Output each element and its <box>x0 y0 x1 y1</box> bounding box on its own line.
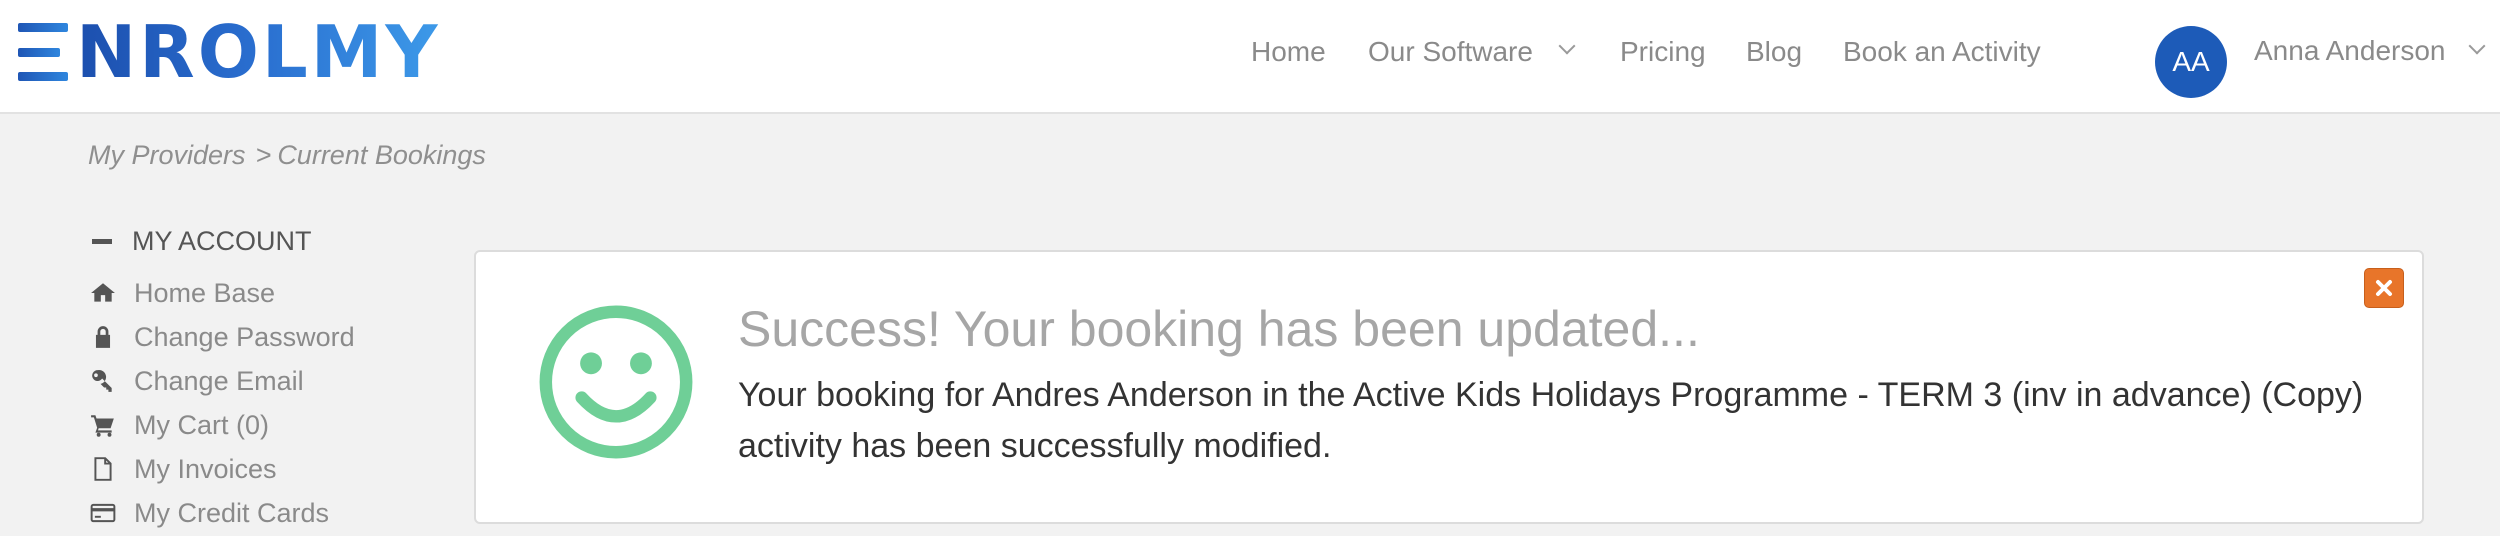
nav-blog[interactable]: Blog <box>1746 30 1802 74</box>
credit-card-icon <box>90 500 116 526</box>
sidebar-item-change-email[interactable]: Change Email <box>90 363 304 399</box>
nav-pricing[interactable]: Pricing <box>1620 30 1706 74</box>
breadcrumb: My Providers > Current Bookings <box>88 140 486 171</box>
alert-message: Your booking for Andres Anderson in the … <box>738 376 2364 465</box>
cart-icon <box>90 412 116 438</box>
sidebar-item-label: My Credit Cards <box>134 497 330 528</box>
sidebar-item-label: My Invoices <box>134 453 277 484</box>
sidebar-item-label: My Cart (0) <box>134 409 269 440</box>
close-button[interactable] <box>2364 268 2404 308</box>
breadcrumb-my-providers[interactable]: My Providers <box>88 140 246 170</box>
alert-title: Success! Your booking has been updated..… <box>738 301 1700 357</box>
enrolmy-logo[interactable]: NROLMY <box>18 10 441 94</box>
site-header: NROLMY Home Our Software Pricing Blog Bo… <box>0 0 2500 114</box>
sidebar-item-home-base[interactable]: Home Base <box>90 275 275 311</box>
sidebar-item-my-cart[interactable]: My Cart (0) <box>90 407 269 443</box>
sidebar-item-label: Change Password <box>134 321 355 352</box>
breadcrumb-separator: > <box>255 140 272 170</box>
breadcrumb-current-bookings[interactable]: Current Bookings <box>277 140 486 170</box>
user-name[interactable]: Anna Anderson <box>2254 30 2446 72</box>
sidebar-item-change-password[interactable]: Change Password <box>90 319 355 355</box>
nav-book-an-activity[interactable]: Book an Activity <box>1843 30 2041 74</box>
logo-text: NROLMY <box>76 10 441 94</box>
logo-mark-icon <box>18 23 68 81</box>
our-software-chevron-down-icon[interactable] <box>1558 37 1576 55</box>
avatar[interactable]: AA <box>2155 26 2227 98</box>
nav-our-software[interactable]: Our Software <box>1368 30 1533 74</box>
document-icon <box>90 456 116 482</box>
nav-home[interactable]: Home <box>1251 30 1326 74</box>
lock-icon <box>90 324 116 350</box>
success-alert-panel: Success! Your booking has been updated..… <box>474 250 2424 524</box>
smiley-icon <box>539 305 693 459</box>
close-icon <box>2376 280 2392 296</box>
home-icon <box>90 280 116 306</box>
sidebar-title-label: MY ACCOUNT <box>132 226 312 256</box>
collapse-minus-icon[interactable] <box>92 239 112 244</box>
sidebar-item-label: Home Base <box>134 277 276 308</box>
sidebar-item-label: Change Email <box>134 365 304 396</box>
sidebar-section-title[interactable]: MY ACCOUNT <box>92 226 312 257</box>
user-menu-chevron-down-icon[interactable] <box>2468 37 2486 55</box>
sidebar-item-my-invoices[interactable]: My Invoices <box>90 451 277 487</box>
key-icon <box>90 368 116 394</box>
sidebar-item-my-credit-cards[interactable]: My Credit Cards <box>90 495 329 531</box>
